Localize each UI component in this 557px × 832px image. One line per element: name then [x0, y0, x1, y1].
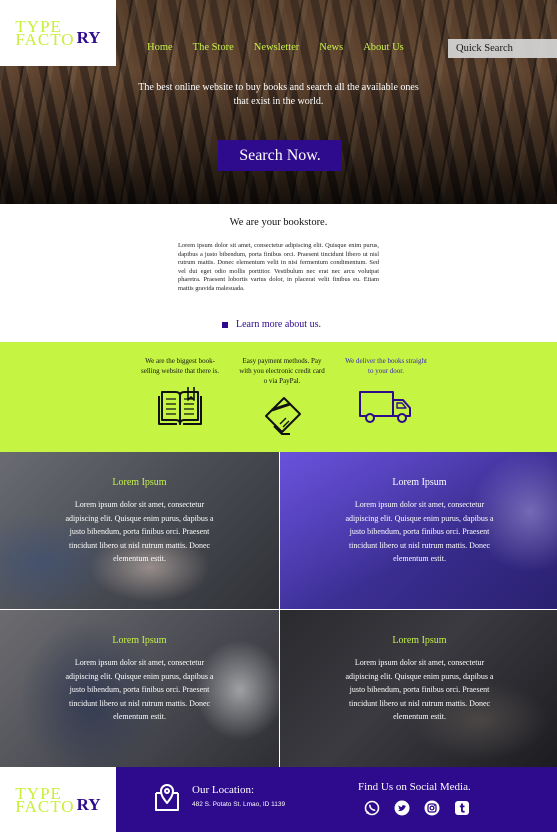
about-heading: We are your bookstore. — [229, 217, 328, 228]
feature-text: We are the biggest book-selling website … — [141, 357, 219, 375]
tile-title: Lorem Ipsum — [112, 477, 167, 488]
twitter-icon[interactable] — [393, 799, 411, 817]
nav-item-newsletter[interactable]: Newsletter — [254, 42, 299, 53]
location-title: Our Location: — [192, 784, 255, 796]
learn-more-link[interactable]: Learn more about us. — [236, 319, 321, 330]
quick-search-input[interactable] — [448, 39, 557, 58]
about-body: Lorem ipsum dolor sit amet, consectetur … — [178, 242, 379, 292]
social-links — [363, 799, 471, 817]
social-title: Find Us on Social Media. — [358, 781, 471, 793]
nav-item-home[interactable]: Home — [147, 42, 173, 53]
tile-title: Lorem Ipsum — [112, 635, 167, 646]
feature-text: Easy payment methods. Pay with you elect… — [239, 357, 325, 385]
feature-text: We deliver the books straight to your do… — [345, 357, 427, 375]
tile-body: Lorem ipsum dolor sit amet, consectetur … — [65, 658, 214, 721]
promo-tile-2[interactable]: Lorem Ipsum Lorem ipsum dolor sit amet, … — [280, 452, 557, 609]
footer: Our Location: 482 S. Potato St. Lmao, ID… — [116, 767, 557, 832]
tile-body: Lorem ipsum dolor sit amet, consectetur … — [65, 500, 214, 563]
tile-title: Lorem Ipsum — [392, 635, 447, 646]
main-nav: Home The Store Newsletter News About Us — [147, 42, 404, 53]
whatsapp-icon[interactable] — [363, 799, 381, 817]
feature-item-biggest: We are the biggest book-selling website … — [136, 356, 224, 428]
learn-more: Learn more about us. — [222, 319, 321, 330]
feature-item-payment: Easy payment methods. Pay with you elect… — [238, 356, 326, 438]
footer-logo[interactable]: TYPE FACTO RY — [0, 767, 116, 832]
tile-body: Lorem ipsum dolor sit amet, consectetur … — [345, 658, 494, 721]
promo-tile-4[interactable]: Lorem Ipsum Lorem ipsum dolor sit amet, … — [280, 610, 557, 767]
location-address: 482 S. Potato St. Lmao, ID 1139 — [192, 801, 286, 808]
tile-body: Lorem ipsum dolor sit amet, consectetur … — [345, 500, 494, 563]
nav-item-about-us[interactable]: About Us — [363, 42, 404, 53]
search-now-button[interactable]: Search Now. — [218, 140, 342, 171]
instagram-icon[interactable] — [423, 799, 441, 817]
features-section: We are the biggest book-selling website … — [0, 342, 557, 452]
nav-item-the-store[interactable]: The Store — [193, 42, 234, 53]
promo-tile-3[interactable]: Lorem Ipsum Lorem ipsum dolor sit amet, … — [0, 610, 279, 767]
tumblr-icon[interactable] — [453, 799, 471, 817]
logo[interactable]: TYPE FACTO RY — [0, 0, 116, 66]
logo-tail: RY — [76, 794, 101, 814]
bullet-square-icon — [222, 321, 228, 328]
about-section: We are your bookstore. Lorem ipsum dolor… — [0, 204, 557, 342]
hero-tagline: The best online website to buy books and… — [138, 82, 419, 107]
hero-section: TYPE FACTO RY Home The Store Newsletter … — [0, 0, 557, 204]
book-icon — [158, 387, 202, 425]
delivery-truck-icon — [359, 391, 411, 423]
credit-card-icon — [265, 397, 301, 435]
feature-item-delivery: We deliver the books straight to your do… — [342, 356, 430, 428]
promo-tile-1[interactable]: Lorem Ipsum Lorem ipsum dolor sit amet, … — [0, 452, 279, 609]
nav-item-news[interactable]: News — [319, 42, 343, 53]
logo-line-2: FACTO — [15, 796, 75, 816]
map-location-icon — [155, 784, 179, 811]
tile-title: Lorem Ipsum — [392, 477, 447, 488]
logo-tail: RY — [76, 28, 101, 47]
logo-line-2: FACTO — [15, 30, 75, 49]
